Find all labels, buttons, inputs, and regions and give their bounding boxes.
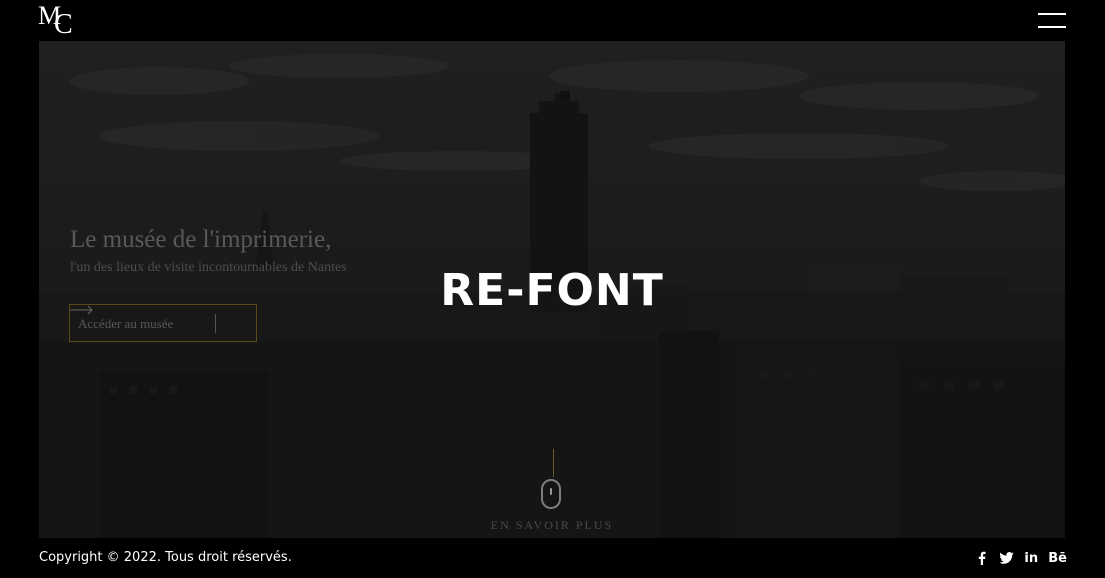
hero-title: Le musée de l'imprimerie, [70, 226, 332, 253]
learn-more-link[interactable]: EN SAVOIR PLUS [39, 518, 1065, 533]
copyright-text: Copyright © 2022. Tous droit réservés. [39, 550, 292, 565]
scroll-indicator-line [553, 449, 554, 477]
social-links: in Bē [975, 549, 1067, 567]
hamburger-icon-line [1038, 26, 1066, 28]
twitter-icon[interactable] [999, 549, 1014, 567]
access-museum-label: Accéder au musée [78, 316, 174, 331]
hamburger-icon [1038, 13, 1066, 15]
logo[interactable]: M C [38, 3, 78, 40]
mouse-scroll-icon[interactable] [541, 479, 561, 509]
brand-title: RE-FONT [440, 265, 664, 316]
hamburger-menu-button[interactable] [1038, 12, 1066, 29]
linkedin-icon[interactable]: in [1024, 549, 1038, 567]
button-divider [215, 314, 216, 333]
behance-icon[interactable]: Bē [1048, 549, 1067, 567]
logo-letter-c: C [54, 9, 73, 40]
facebook-icon[interactable] [975, 549, 989, 567]
hero-section: Le musée de l'imprimerie, l'un des lieux… [39, 41, 1065, 538]
